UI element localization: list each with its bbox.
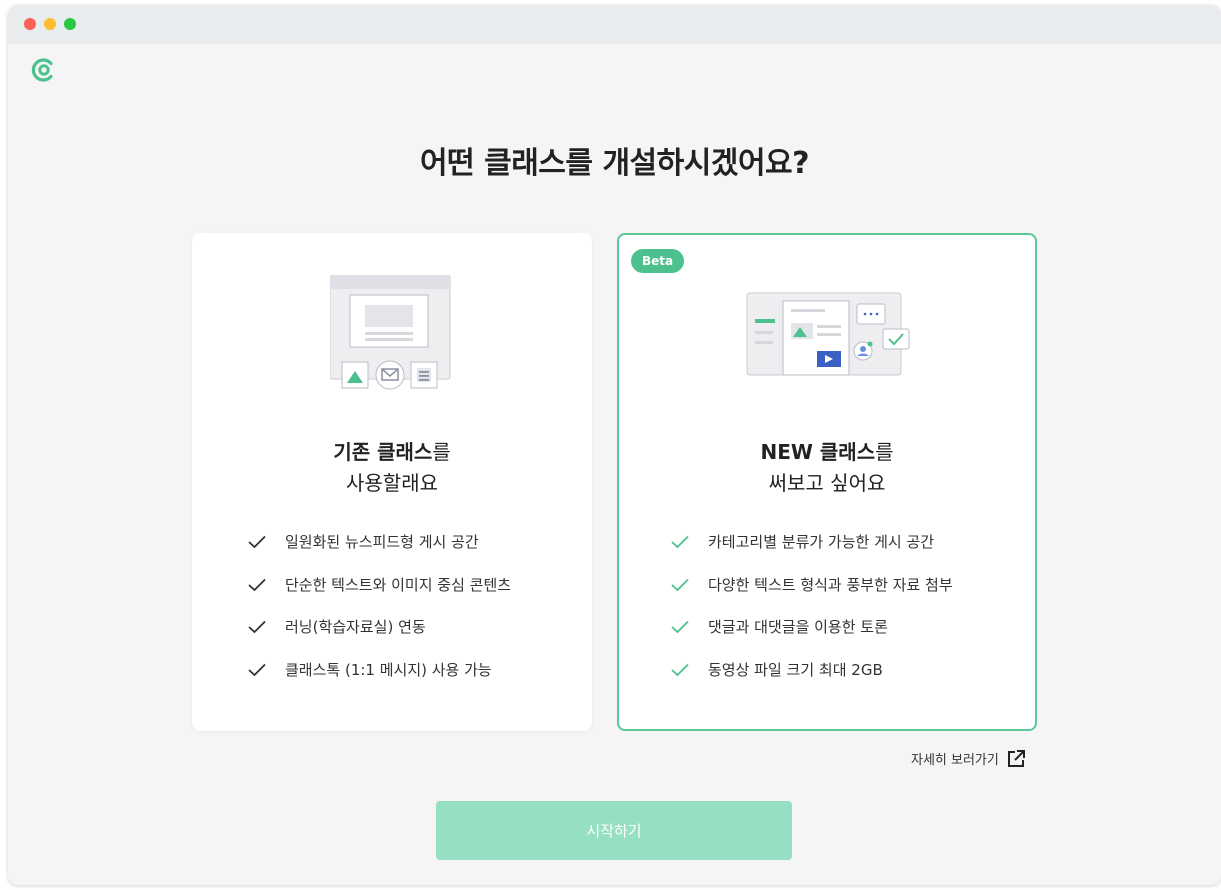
new-class-illustration xyxy=(746,292,910,376)
feature-item: 일원화된 뉴스피드형 게시 공간 xyxy=(248,531,511,574)
title-bar xyxy=(8,5,1221,44)
check-icon xyxy=(671,663,689,676)
feature-item: 러닝(학습자료실) 연동 xyxy=(248,616,511,659)
feature-text: 동영상 파일 크기 최대 2GB xyxy=(708,660,883,679)
option-card-new-class[interactable]: Beta NEW 클래스를 써보고 싶어요 카테고리별 분류가 가능한 게시 공… xyxy=(617,233,1037,731)
check-icon xyxy=(671,578,689,591)
start-button[interactable]: 시작하기 xyxy=(436,801,792,860)
check-icon xyxy=(248,663,266,676)
feature-list: 카테고리별 분류가 가능한 게시 공간 다양한 텍스트 형식과 풍부한 자료 첨… xyxy=(671,531,953,701)
feature-item: 다양한 텍스트 형식과 풍부한 자료 첨부 xyxy=(671,574,953,617)
feature-text: 러닝(학습자료실) 연동 xyxy=(285,618,426,636)
classic-feed-illustration xyxy=(330,275,451,390)
check-icon xyxy=(248,535,266,549)
feature-text: 일원화된 뉴스피드형 게시 공간 xyxy=(285,533,479,551)
feature-item: 카테고리별 분류가 가능한 게시 공간 xyxy=(671,531,953,574)
option-heading: 기존 클래스를 사용할래요 xyxy=(192,437,592,499)
check-icon xyxy=(671,620,689,634)
option-heading-bold: NEW 클래스 xyxy=(760,440,876,464)
option-heading-bold: 기존 클래스 xyxy=(333,440,433,464)
minimize-window-button[interactable] xyxy=(44,18,56,30)
option-heading-suffix: 를 xyxy=(875,440,894,464)
app-window: 어떤 클래스를 개설하시겠어요? 기존 클래스를 사용할래요 일원화된 뉴스피드… xyxy=(8,5,1221,885)
check-icon xyxy=(671,535,689,549)
page-title: 어떤 클래스를 개설하시겠어요? xyxy=(419,146,810,181)
external-link-icon xyxy=(1007,750,1025,767)
close-window-button[interactable] xyxy=(24,18,36,30)
option-card-existing-class[interactable]: 기존 클래스를 사용할래요 일원화된 뉴스피드형 게시 공간 단순한 텍스트와 … xyxy=(192,233,592,731)
option-heading-line2: 써보고 싶어요 xyxy=(768,471,886,495)
learn-more-link[interactable]: 자세히 보러가기 xyxy=(911,749,1026,768)
option-heading-suffix: 를 xyxy=(432,440,451,464)
feature-item: 동영상 파일 크기 최대 2GB xyxy=(671,659,953,702)
feature-item: 단순한 텍스트와 이미지 중심 콘텐츠 xyxy=(248,574,511,617)
option-heading-line2: 사용할래요 xyxy=(346,471,438,495)
feature-text: 댓글과 대댓글을 이용한 토론 xyxy=(708,618,888,636)
feature-text: 다양한 텍스트 형식과 풍부한 자료 첨부 xyxy=(708,575,953,594)
maximize-window-button[interactable] xyxy=(64,18,76,30)
option-heading: NEW 클래스를 써보고 싶어요 xyxy=(619,437,1035,499)
feature-list: 일원화된 뉴스피드형 게시 공간 단순한 텍스트와 이미지 중심 콘텐츠 러닝(… xyxy=(248,531,511,701)
feature-text: 단순한 텍스트와 이미지 중심 콘텐츠 xyxy=(285,575,512,594)
check-icon xyxy=(248,578,266,591)
feature-text: 클래스톡 (1:1 메시지) 사용 가능 xyxy=(285,660,492,679)
feature-text: 카테고리별 분류가 가능한 게시 공간 xyxy=(708,533,935,551)
feature-item: 댓글과 대댓글을 이용한 토론 xyxy=(671,616,953,659)
feature-item: 클래스톡 (1:1 메시지) 사용 가능 xyxy=(248,659,511,702)
app-logo-icon xyxy=(31,58,53,82)
beta-badge: Beta xyxy=(631,249,685,273)
check-icon xyxy=(248,620,266,634)
learn-more-label: 자세히 보러가기 xyxy=(911,753,999,768)
